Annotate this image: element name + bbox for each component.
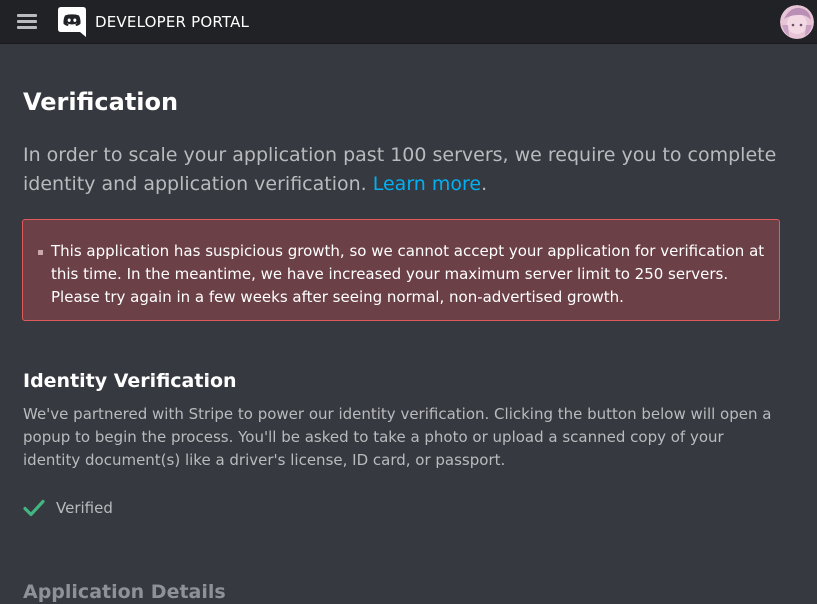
error-alert: This application has suspicious growth, …: [22, 219, 780, 321]
top-bar: DEVELOPER PORTAL: [0, 0, 817, 44]
alert-message: This application has suspicious growth, …: [51, 242, 765, 306]
learn-more-link[interactable]: Learn more: [373, 173, 481, 195]
verified-status-label: Verified: [56, 499, 113, 517]
identity-verification-title: Identity Verification: [23, 370, 237, 392]
hamburger-menu-icon[interactable]: [17, 14, 37, 30]
alert-bullet: [38, 250, 43, 255]
main-content: Verification In order to scale your appl…: [0, 44, 817, 603]
intro-suffix: .: [481, 173, 488, 195]
application-details-title: Application Details: [23, 581, 226, 603]
discord-logo-icon[interactable]: [58, 7, 86, 37]
user-avatar[interactable]: [780, 5, 814, 39]
brand-title[interactable]: DEVELOPER PORTAL: [95, 13, 249, 31]
checkmark-icon: [23, 499, 45, 517]
page-title: Verification: [23, 88, 179, 116]
intro-paragraph: In order to scale your application past …: [23, 141, 783, 199]
identity-verification-description: We've partnered with Stripe to power our…: [23, 405, 772, 469]
